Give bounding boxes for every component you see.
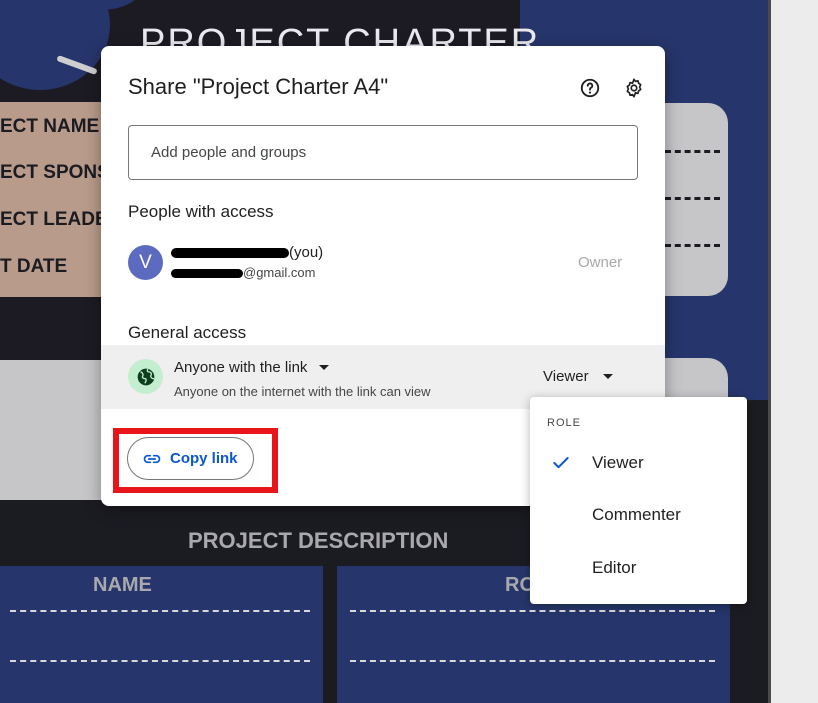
highlight-box xyxy=(113,428,278,493)
bg-label-project-leader: ECT LEADE xyxy=(0,209,108,230)
help-circle-icon[interactable] xyxy=(578,76,602,100)
user-email-domain: @gmail.com xyxy=(243,265,316,280)
bg-dash-line xyxy=(665,244,720,247)
role-menu-item-label: Viewer xyxy=(592,453,644,472)
general-access-dropdown[interactable]: Anyone with the link xyxy=(174,359,330,376)
bg-dash-line xyxy=(10,610,310,612)
gear-icon[interactable] xyxy=(622,76,646,100)
role-menu-item-label: Editor xyxy=(592,558,637,577)
add-people-input[interactable] xyxy=(129,126,637,179)
general-access-role-dropdown[interactable]: Viewer xyxy=(543,368,613,385)
globe-icon xyxy=(128,359,163,394)
add-people-field[interactable] xyxy=(128,125,638,180)
role-menu-item-commenter[interactable]: Commenter xyxy=(530,492,747,538)
bg-column-header-name: NAME xyxy=(93,574,152,596)
role-menu-item-editor[interactable]: Editor xyxy=(530,545,747,591)
user-you-label: (you) xyxy=(289,244,324,261)
general-access-type: Anyone with the link xyxy=(174,359,308,376)
role-menu: ROLE Viewer Commenter Editor xyxy=(530,397,747,604)
user-name: (you) xyxy=(171,244,323,261)
redaction-mark xyxy=(171,269,243,279)
bg-description-heading: PROJECT DESCRIPTION xyxy=(188,528,449,553)
user-email: @gmail.com xyxy=(171,265,315,280)
role-menu-item-label: Commenter xyxy=(592,505,681,524)
general-access-description: Anyone on the internet with the link can… xyxy=(174,384,431,399)
bg-dash-line xyxy=(665,150,720,153)
role-menu-header: ROLE xyxy=(547,417,581,429)
chevron-down-icon xyxy=(319,365,330,370)
page-gutter xyxy=(768,0,818,703)
owner-role-label: Owner xyxy=(578,254,623,271)
dialog-title: Share "Project Charter A4" xyxy=(128,74,389,99)
bg-column-name xyxy=(0,566,323,703)
general-access-role: Viewer xyxy=(543,368,589,385)
avatar: V xyxy=(128,245,163,280)
bg-dash-line xyxy=(350,610,715,612)
general-access-heading: General access xyxy=(128,323,247,342)
role-menu-item-viewer[interactable]: Viewer xyxy=(530,440,747,486)
check-icon xyxy=(553,457,569,469)
bg-label-project-name: ECT NAME xyxy=(0,116,100,137)
chevron-down-icon xyxy=(602,374,613,379)
scrollbar[interactable] xyxy=(768,0,771,703)
people-with-access-heading: People with access xyxy=(128,202,274,221)
bg-label-project-sponsor: ECT SPONS xyxy=(0,162,110,183)
bg-dash-line xyxy=(350,660,715,662)
bg-label-start-date: T DATE xyxy=(0,256,68,277)
bg-dash-line xyxy=(665,197,720,200)
bg-dash-line xyxy=(10,660,310,662)
redaction-mark xyxy=(171,248,289,259)
